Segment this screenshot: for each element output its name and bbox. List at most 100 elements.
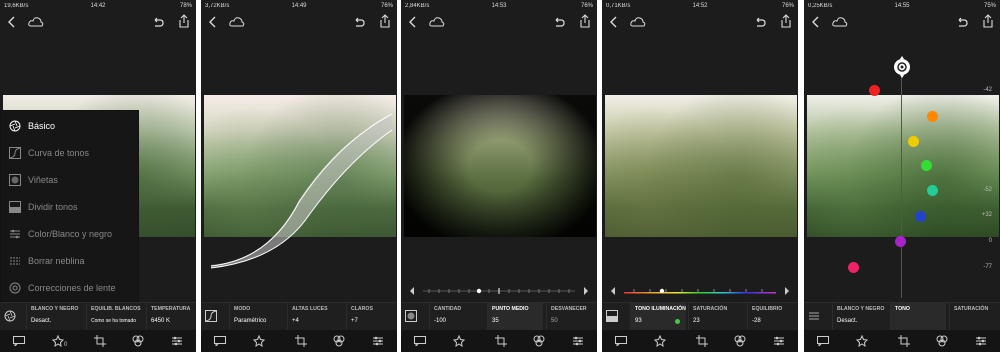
cell-bw[interactable]: BLANCO Y NEGRO Desact. bbox=[26, 303, 82, 331]
presets-icon[interactable] bbox=[214, 336, 227, 346]
cell-bw[interactable]: BLANCO Y NEGRO Desact. bbox=[832, 303, 888, 331]
lens-icon bbox=[6, 282, 24, 294]
filters-icon[interactable] bbox=[333, 335, 345, 347]
adjust-sliders-icon[interactable] bbox=[572, 335, 584, 347]
cell-mode[interactable]: MODO Paramétrico bbox=[229, 303, 285, 331]
undo-icon[interactable] bbox=[353, 16, 365, 28]
cell-temp[interactable]: TEMPERATURA 6450 K bbox=[146, 303, 196, 331]
cell-wb[interactable]: EQUILIB. BLANCOS Como se ha tomado bbox=[86, 303, 142, 331]
crop-icon[interactable] bbox=[897, 335, 910, 347]
filters-icon[interactable] bbox=[533, 335, 545, 347]
presets-icon[interactable] bbox=[414, 336, 427, 346]
color-handle-yellow[interactable] bbox=[908, 136, 919, 147]
star-rating-icon[interactable]: 0 bbox=[51, 335, 68, 347]
cloud-icon[interactable] bbox=[832, 16, 848, 28]
back-icon[interactable] bbox=[812, 16, 820, 28]
back-icon[interactable] bbox=[8, 16, 16, 28]
tone-curve-graph[interactable] bbox=[209, 110, 394, 270]
network-speed: 3,72KB/s bbox=[205, 3, 230, 9]
filters-icon[interactable] bbox=[734, 335, 746, 347]
cell-hue[interactable]: TONO bbox=[890, 303, 946, 331]
cell-saturation[interactable]: SATURACIÓN bbox=[949, 303, 1000, 331]
presets-icon[interactable] bbox=[13, 336, 26, 346]
cell-highlight-hue[interactable]: TONO ILUMINACIÓN 93 bbox=[630, 303, 686, 331]
share-icon[interactable] bbox=[379, 14, 391, 28]
filters-icon[interactable] bbox=[132, 335, 144, 347]
crop-icon[interactable] bbox=[294, 335, 307, 347]
scale-value: -52 bbox=[983, 187, 992, 193]
presets-icon[interactable] bbox=[817, 336, 830, 346]
crop-icon[interactable] bbox=[494, 335, 507, 347]
adjust-sliders-icon[interactable] bbox=[372, 335, 384, 347]
curve-icon bbox=[205, 310, 217, 322]
cell-balance[interactable]: EQUILIBRIO -28 bbox=[747, 303, 798, 331]
menu-item-borrar-neblina[interactable]: Borrar neblina bbox=[1, 250, 138, 272]
cell-feather[interactable]: DESVANECER 50 bbox=[546, 303, 597, 331]
menu-item-correcciones-lente[interactable]: Correcciones de lente bbox=[1, 277, 138, 299]
undo-icon[interactable] bbox=[956, 16, 968, 28]
tool-icon-cell[interactable] bbox=[602, 303, 627, 331]
color-handle-aqua[interactable] bbox=[927, 185, 938, 196]
hue-slider[interactable] bbox=[610, 283, 790, 295]
undo-icon[interactable] bbox=[152, 16, 164, 28]
crop-icon[interactable] bbox=[93, 335, 106, 347]
star-rating-icon[interactable] bbox=[653, 335, 670, 347]
color-handle-green[interactable] bbox=[921, 160, 932, 171]
back-icon[interactable] bbox=[610, 16, 618, 28]
menu-item-curva-de-tonos[interactable]: Curva de tonos bbox=[1, 142, 138, 164]
cell-highlights[interactable]: ALTAS LUCES +4 bbox=[287, 303, 343, 331]
scale-value: 0 bbox=[988, 238, 992, 244]
vignette-icon bbox=[405, 310, 417, 322]
target-handle-icon[interactable] bbox=[892, 56, 912, 78]
cloud-icon[interactable] bbox=[630, 16, 646, 28]
cell-saturation[interactable]: SATURACIÓN 23 bbox=[688, 303, 744, 331]
menu-item-vinetas[interactable]: Viñetas bbox=[1, 169, 138, 191]
share-icon[interactable] bbox=[982, 14, 994, 28]
color-handle-blue[interactable] bbox=[915, 211, 926, 222]
tool-icon-cell[interactable] bbox=[0, 303, 25, 331]
color-bw-icon bbox=[6, 228, 24, 240]
status-bar: 19,6KB/s 14:42 78% bbox=[0, 0, 196, 12]
dehaze-icon bbox=[6, 255, 24, 267]
color-handle-orange[interactable] bbox=[927, 111, 938, 122]
crop-icon[interactable] bbox=[695, 335, 708, 347]
star-rating-icon[interactable] bbox=[855, 335, 872, 347]
scale-value: -42 bbox=[983, 87, 992, 93]
menu-item-dividir-tonos[interactable]: Dividir tonos bbox=[1, 196, 138, 218]
share-icon[interactable] bbox=[579, 14, 591, 28]
adjust-sliders-icon[interactable] bbox=[171, 335, 183, 347]
panel-tone-curve: 3,72KB/s 14:49 76% MODO Paramétrico ALTAS… bbox=[201, 0, 397, 352]
cell-lights[interactable]: CLAROS +7 bbox=[346, 303, 397, 331]
cloud-icon[interactable] bbox=[429, 16, 445, 28]
share-icon[interactable] bbox=[178, 14, 190, 28]
filters-icon[interactable] bbox=[936, 335, 948, 347]
vignette-slider[interactable] bbox=[409, 283, 589, 295]
presets-icon[interactable] bbox=[615, 336, 628, 346]
adjust-sliders-icon[interactable] bbox=[975, 335, 987, 347]
back-icon[interactable] bbox=[209, 16, 217, 28]
share-icon[interactable] bbox=[780, 14, 792, 28]
star-rating-icon[interactable] bbox=[452, 335, 469, 347]
panel-color-mix: 0,25KB/s 14:55 75% -42 -52 +32 0 -77 BLA… bbox=[804, 0, 1000, 352]
tool-icon-cell[interactable] bbox=[201, 303, 226, 331]
tool-icon-cell[interactable] bbox=[401, 303, 426, 331]
menu-item-color-blanco-negro[interactable]: Color/Blanco y negro bbox=[1, 223, 138, 245]
color-handle-red[interactable] bbox=[869, 85, 880, 96]
undo-icon[interactable] bbox=[754, 16, 766, 28]
status-bar: 0,71KB/s 14:52 76% bbox=[602, 0, 798, 12]
cell-amount[interactable]: CANTIDAD -100 bbox=[429, 303, 485, 331]
tool-icon-cell[interactable] bbox=[804, 303, 829, 331]
menu-item-basico[interactable]: Básico bbox=[1, 115, 138, 137]
cloud-icon[interactable] bbox=[28, 16, 44, 28]
color-bw-icon bbox=[809, 312, 819, 320]
cloud-icon[interactable] bbox=[229, 16, 245, 28]
network-speed: 0,25KB/s bbox=[808, 3, 833, 9]
color-handle-magenta[interactable] bbox=[848, 262, 859, 273]
undo-icon[interactable] bbox=[553, 16, 565, 28]
adjust-sliders-icon[interactable] bbox=[773, 335, 785, 347]
back-icon[interactable] bbox=[409, 16, 417, 28]
star-rating-icon[interactable] bbox=[252, 335, 269, 347]
color-handle-purple[interactable] bbox=[895, 236, 906, 247]
status-bar: 3,72KB/s 14:49 76% bbox=[201, 0, 397, 12]
cell-midpoint[interactable]: PUNTO MEDIO 35 bbox=[487, 303, 543, 331]
